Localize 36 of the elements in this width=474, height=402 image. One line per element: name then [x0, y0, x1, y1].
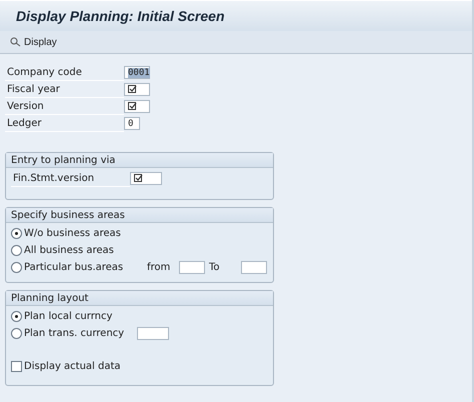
input-field[interactable]: [130, 172, 162, 185]
input-field[interactable]: [179, 261, 205, 274]
to-label: To: [209, 262, 221, 273]
radio-button[interactable]: [11, 245, 22, 256]
option-label: Particular bus.areas: [24, 262, 124, 273]
input-field[interactable]: [124, 100, 150, 113]
field-label: Company code: [5, 64, 124, 80]
input-field[interactable]: 0: [124, 117, 140, 130]
checkbox-label: Display actual data: [24, 361, 121, 372]
option-label: W/o business areas: [24, 228, 121, 239]
required-icon: [128, 85, 137, 94]
group-title: Planning layout: [6, 291, 273, 306]
input-field[interactable]: [137, 327, 169, 340]
option-label: Plan local currncy: [24, 311, 112, 322]
radio-button[interactable]: [11, 328, 22, 339]
radio-button[interactable]: [11, 228, 22, 239]
field-label: Ledger: [5, 116, 124, 132]
required-icon: [134, 174, 143, 183]
input-field[interactable]: 0001: [124, 66, 150, 79]
radio-button[interactable]: [11, 262, 22, 273]
checkbox[interactable]: [11, 361, 22, 372]
group-title: Specify business areas: [6, 208, 273, 223]
field-label: Fin.Stmt.version: [11, 170, 130, 186]
from-label: from: [147, 262, 172, 273]
field-label: Version: [5, 98, 124, 114]
input-field[interactable]: [124, 83, 150, 96]
option-label: Plan trans. currency: [24, 328, 126, 339]
option-label: All business areas: [24, 245, 114, 256]
window-title: Display Planning: Initial Screen: [0, 0, 472, 31]
group-title: Entry to planning via: [6, 153, 273, 168]
input-field[interactable]: [241, 261, 267, 274]
display-button[interactable]: Display: [10, 36, 57, 48]
magnifier-icon: [10, 37, 22, 47]
field-label: Fiscal year: [5, 82, 124, 98]
required-icon: [128, 102, 137, 111]
radio-button[interactable]: [11, 311, 22, 322]
